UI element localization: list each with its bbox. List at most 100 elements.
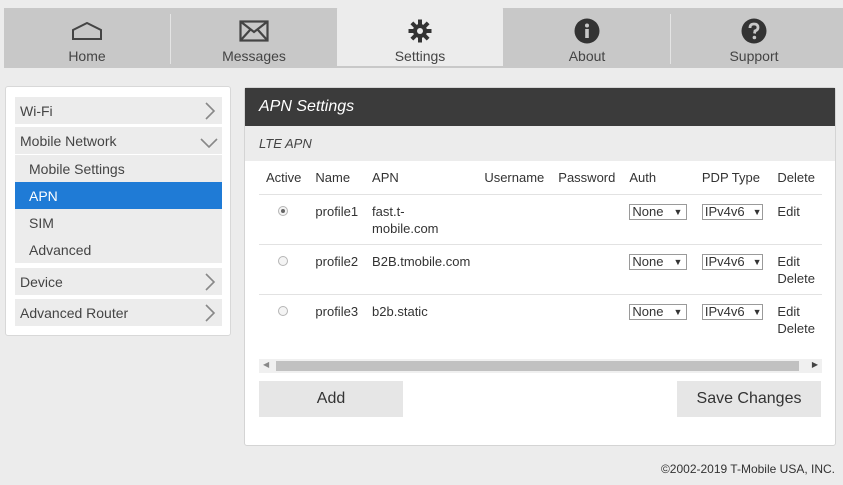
scroll-left-icon[interactable]: ◀: [263, 360, 269, 369]
apn-value-line: fast.t-: [372, 203, 405, 219]
edit-link[interactable]: Edit: [777, 204, 799, 219]
scrollbar-thumb[interactable]: [276, 361, 799, 371]
dropdown-arrow-icon: ▼: [752, 306, 762, 317]
tab-label: About: [568, 48, 606, 64]
sidebar-item-advanced-router[interactable]: Advanced Router: [15, 299, 222, 326]
dropdown-arrow-icon: ▼: [752, 206, 762, 217]
dropdown-arrow-icon: ▼: [673, 206, 683, 217]
tab-label: Settings: [394, 48, 446, 64]
table-row: profile1 fast.t-mobile.com None ▼ IPv4v6 ▼…: [259, 194, 822, 245]
active-radio[interactable]: [278, 205, 288, 216]
tab-label: Home: [68, 48, 106, 64]
pdp-select[interactable]: IPv4v6 ▼: [701, 203, 763, 220]
tab-settings[interactable]: Settings: [337, 6, 503, 66]
auth-select[interactable]: None ▼: [629, 203, 688, 220]
tab-label: Messages: [222, 48, 286, 64]
sidebar-item-label: SIM: [29, 214, 54, 231]
copyright-footer: ©2002-2019 T-Mobile USA, INC.: [660, 462, 835, 476]
apn-settings-panel: APN Settings LTE APN Active Name APN Use…: [244, 87, 836, 446]
panel-title: APN Settings: [245, 88, 835, 126]
sidebar-item-label: Mobile Settings: [29, 160, 125, 177]
tab-about[interactable]: About: [504, 8, 670, 68]
table-header-row: Active Name APN Username Password Auth P…: [259, 162, 822, 195]
password-value: [551, 194, 623, 245]
column-header: APN: [365, 162, 478, 195]
sidebar-item-label: Device: [20, 273, 63, 290]
auth-select[interactable]: None ▼: [629, 253, 688, 270]
column-header: Delete: [770, 162, 822, 195]
gear-icon: [408, 18, 432, 44]
pdp-select-value: IPv4v6: [704, 303, 745, 319]
active-radio[interactable]: [278, 305, 288, 316]
sidebar-item-advanced[interactable]: Advanced: [15, 236, 222, 263]
sidebar: Wi-Fi Mobile Network Mobile Settings APN…: [5, 86, 231, 336]
envelope-icon: [239, 18, 269, 44]
question-icon: [741, 18, 767, 44]
tab-home[interactable]: Home: [4, 8, 170, 68]
table-row: profile2 B2B.tmobile.com None ▼ IPv4v6 ▼ E…: [259, 244, 822, 295]
sidebar-item-apn[interactable]: APN: [15, 182, 222, 209]
profile-name: profile2: [308, 244, 366, 295]
auth-select-value: None: [632, 203, 664, 219]
tab-messages[interactable]: Messages: [171, 8, 337, 68]
auth-select-value: None: [632, 303, 664, 319]
pdp-select-value: IPv4v6: [704, 253, 745, 269]
delete-link[interactable]: Delete: [777, 271, 815, 286]
active-radio[interactable]: [278, 255, 288, 266]
pdp-select-value: IPv4v6: [704, 203, 745, 219]
apn-table-wrap: Active Name APN Username Password Auth P…: [259, 162, 822, 362]
sidebar-item-wifi[interactable]: Wi-Fi: [15, 97, 222, 124]
apn-value: fast.t-mobile.com: [365, 194, 478, 245]
chevron-right-icon: [204, 272, 216, 295]
username-value: [477, 194, 552, 245]
password-value: [551, 244, 623, 295]
sidebar-submenu: Mobile Settings APN SIM Advanced: [15, 155, 222, 263]
column-header: Username: [477, 162, 552, 195]
profile-name: profile3: [315, 303, 359, 319]
sidebar-item-label: Advanced: [29, 241, 92, 258]
column-header: Name: [308, 162, 366, 195]
panel-subtitle: LTE APN: [245, 126, 835, 161]
column-header: Auth: [622, 162, 695, 195]
add-button[interactable]: Add: [259, 381, 403, 417]
column-header: Active: [259, 162, 309, 195]
chevron-right-icon: [204, 303, 216, 326]
auth-select-value: None: [632, 253, 664, 269]
horizontal-scrollbar[interactable]: ◀ ▶: [259, 359, 822, 373]
dropdown-arrow-icon: ▼: [752, 256, 762, 267]
save-changes-button[interactable]: Save Changes: [677, 381, 821, 417]
sidebar-item-label: Wi-Fi: [20, 102, 53, 119]
edit-link[interactable]: Edit: [777, 304, 799, 319]
sidebar-item-label: APN: [29, 187, 58, 204]
profile-name: profile1: [308, 194, 366, 245]
sidebar-item-device[interactable]: Device: [15, 268, 222, 295]
apn-value: b2b.static: [372, 303, 428, 319]
sidebar-item-mobile-network[interactable]: Mobile Network: [15, 127, 222, 154]
home-icon: [71, 18, 103, 44]
sidebar-item-label: Mobile Network: [20, 132, 117, 149]
top-nav: Home Messages Settings About Support: [4, 6, 843, 68]
dropdown-arrow-icon: ▼: [673, 256, 683, 267]
sidebar-item-sim[interactable]: SIM: [15, 209, 222, 236]
sidebar-item-label: Advanced Router: [20, 304, 129, 321]
column-header: Password: [551, 162, 623, 195]
table-row: profile3 b2b.static None ▼ IPv4v6 ▼ Edit De…: [259, 294, 822, 344]
column-header: PDP Type: [694, 162, 771, 195]
delete-link[interactable]: Delete: [777, 321, 815, 336]
sidebar-item-mobile-settings[interactable]: Mobile Settings: [15, 155, 222, 182]
pdp-select[interactable]: IPv4v6 ▼: [701, 253, 763, 270]
dropdown-arrow-icon: ▼: [673, 306, 683, 317]
auth-select[interactable]: None ▼: [629, 303, 688, 320]
apn-table: Active Name APN Username Password Auth P…: [259, 162, 822, 344]
info-icon: [574, 18, 600, 44]
username-value: [477, 294, 551, 344]
password-value: [551, 294, 622, 344]
tab-support[interactable]: Support: [671, 8, 837, 68]
pdp-select[interactable]: IPv4v6 ▼: [701, 303, 763, 320]
chevron-right-icon: [204, 101, 216, 124]
edit-link[interactable]: Edit: [777, 254, 799, 269]
apn-value: B2B.tmobile.com: [365, 244, 478, 295]
chevron-down-icon: [200, 135, 218, 151]
tab-label: Support: [729, 48, 779, 64]
scroll-right-icon[interactable]: ▶: [812, 360, 818, 369]
